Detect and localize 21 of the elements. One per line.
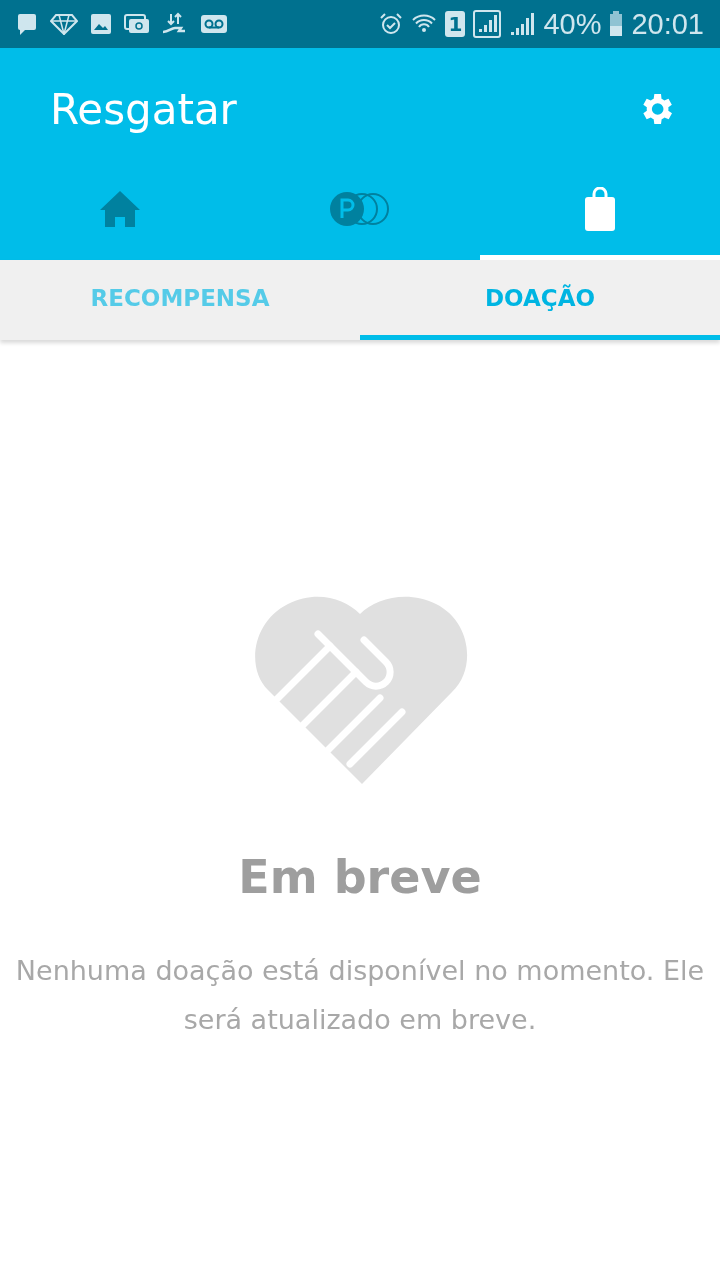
- diamond-icon: [50, 13, 78, 35]
- battery-percentage: 40%: [543, 7, 602, 41]
- voicemail-icon: [200, 14, 228, 34]
- coins-icon: [329, 190, 391, 227]
- battery-icon: [609, 11, 624, 37]
- alarm-icon: [379, 12, 404, 36]
- empty-state-message: Nenhuma doação está disponível no momento. Ele será atualizado em breve.: [14, 954, 706, 1037]
- signal-icon: [473, 10, 502, 38]
- shopping-bag-icon: [584, 186, 616, 231]
- notification-icon: [16, 12, 38, 36]
- image-icon: [90, 13, 112, 35]
- page-title: Resgatar: [50, 84, 237, 134]
- transfer-icon: [162, 12, 188, 36]
- sim-indicator: 1: [445, 11, 466, 37]
- empty-state-title: Em breve: [238, 850, 482, 904]
- tab[interactable]: DOAÇÃO: [360, 260, 720, 340]
- home-icon: [100, 190, 140, 227]
- email-icon: [124, 13, 150, 35]
- signal-icon: [509, 11, 536, 37]
- clock: 20:01: [631, 7, 704, 41]
- tab[interactable]: RECOMPENSA: [0, 260, 360, 340]
